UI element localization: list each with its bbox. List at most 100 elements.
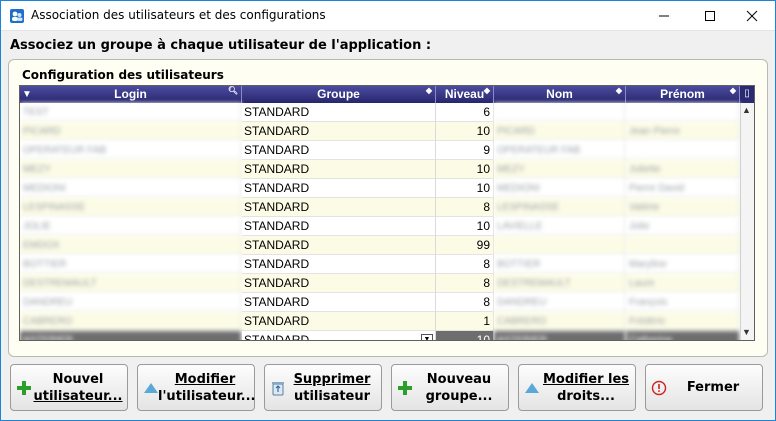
- cell-niveau: 10: [436, 331, 494, 340]
- cell-niveau: 1: [436, 312, 494, 331]
- column-header-login[interactable]: ▼ Login 🔍︎: [20, 86, 242, 103]
- cell-nom: MEZY: [494, 160, 626, 179]
- new-group-button[interactable]: Nouveau groupe...: [391, 364, 509, 411]
- scroll-up-icon[interactable]: ▲: [742, 105, 751, 115]
- table-row[interactable]: JOLIE STANDARD 10 LAVIELLE Jolie: [20, 217, 740, 236]
- cell-groupe[interactable]: STANDARD: [242, 312, 436, 331]
- cell-groupe[interactable]: STANDARD: [242, 274, 436, 293]
- table-row[interactable]: ASTERIER STANDARD ▼ 10 ASTERIER Catherine: [20, 331, 740, 340]
- cell-nom: ASTERIER: [494, 331, 626, 340]
- table-row[interactable]: CABRERO STANDARD 1 CABRERO Frédéric: [20, 312, 740, 331]
- cell-groupe[interactable]: STANDARD: [242, 255, 436, 274]
- cell-prenom: Laure: [626, 274, 740, 293]
- cell-prenom: Valérie: [626, 198, 740, 217]
- new-user-button[interactable]: Nouvel utilisateur...: [10, 364, 128, 411]
- maximize-icon: [705, 11, 715, 21]
- table-row[interactable]: EMDOX STANDARD 99: [20, 236, 740, 255]
- minimize-button[interactable]: [641, 1, 687, 31]
- cell-login: BOTTIER: [20, 255, 242, 274]
- table-row[interactable]: LESPINASSE STANDARD 8 LESPINASSE Valérie: [20, 198, 740, 217]
- cell-groupe[interactable]: STANDARD: [242, 141, 436, 160]
- cell-niveau: 6: [436, 103, 494, 122]
- cell-login: PICARD: [20, 122, 242, 141]
- cell-login: OPERATEUR FAB: [20, 141, 242, 160]
- cell-groupe[interactable]: STANDARD: [242, 198, 436, 217]
- column-header-prenom[interactable]: Prénom ◆: [626, 86, 740, 103]
- cell-niveau: 10: [436, 160, 494, 179]
- cell-niveau: 8: [436, 293, 494, 312]
- cell-login: JOLIE: [20, 217, 242, 236]
- sort-icon[interactable]: 🔍︎: [228, 87, 238, 95]
- window-title: Association des utilisateurs et des conf…: [31, 8, 326, 22]
- column-header-groupe[interactable]: Groupe ◆: [242, 86, 436, 103]
- groupbox-label: Configuration des utilisateurs: [22, 68, 224, 82]
- cell-nom: BOTTIER: [494, 255, 626, 274]
- column-options-icon[interactable]: ▯: [740, 86, 754, 103]
- group-dropdown-icon[interactable]: ▼: [421, 334, 433, 340]
- cell-nom: PICARD: [494, 122, 626, 141]
- cell-nom: OPERATEUR FAB: [494, 141, 626, 160]
- vertical-scrollbar[interactable]: ▲ ▼: [740, 103, 754, 340]
- table-row[interactable]: PICARD STANDARD 10 PICARD Jean Pierre: [20, 122, 740, 141]
- cell-groupe[interactable]: STANDARD: [242, 217, 436, 236]
- cell-niveau: 8: [436, 198, 494, 217]
- column-header-niveau[interactable]: Niveau ◆: [436, 86, 494, 103]
- cell-login: EMDOX: [20, 236, 242, 255]
- cell-login: LESPINASSE: [20, 198, 242, 217]
- sort-icon[interactable]: ◆: [730, 87, 736, 95]
- close-button[interactable]: [729, 1, 775, 31]
- instruction-label: Associez un groupe à chaque utilisateur …: [10, 38, 432, 53]
- column-header-nom[interactable]: Nom ◆: [494, 86, 626, 103]
- table-header: ▼ Login 🔍︎ Groupe ◆ Niveau ◆ Nom ◆ Préno…: [20, 86, 740, 103]
- dialog-window: Association des utilisateurs et des conf…: [0, 0, 776, 421]
- cell-prenom: Maryline: [626, 255, 740, 274]
- cell-prenom: Jolie: [626, 217, 740, 236]
- delete-user-button[interactable]: Supprimer utilisateur: [264, 364, 382, 411]
- cell-groupe[interactable]: STANDARD: [242, 103, 436, 122]
- table-row[interactable]: TEST STANDARD 6: [20, 103, 740, 122]
- sort-icon[interactable]: ◆: [616, 87, 622, 95]
- table-row[interactable]: MEZY STANDARD 10 MEZY Juliette: [20, 160, 740, 179]
- users-table[interactable]: ▼ Login 🔍︎ Groupe ◆ Niveau ◆ Nom ◆ Préno…: [19, 85, 755, 341]
- minimize-icon: [659, 15, 669, 17]
- close-dialog-button[interactable]: Fermer: [645, 364, 763, 411]
- table-row[interactable]: BOTTIER STANDARD 8 BOTTIER Maryline: [20, 255, 740, 274]
- users-config-groupbox: Configuration des utilisateurs ▼ Login 🔍…: [8, 59, 768, 357]
- table-row[interactable]: OPERATEUR FAB STANDARD 9 OPERATEUR FAB: [20, 141, 740, 160]
- table-row[interactable]: MEDIONI STANDARD 10 MEDIONI Pierre David: [20, 179, 740, 198]
- table-row[interactable]: DANDREU STANDARD 8 DANDREU François: [20, 293, 740, 312]
- cell-niveau: 8: [436, 255, 494, 274]
- sort-icon[interactable]: ◆: [426, 87, 432, 95]
- cell-niveau: 99: [436, 236, 494, 255]
- cell-nom: LAVIELLE: [494, 217, 626, 236]
- cell-nom: CABRERO: [494, 312, 626, 331]
- cell-groupe[interactable]: STANDARD: [242, 160, 436, 179]
- cell-login: CABRERO: [20, 312, 242, 331]
- cell-prenom: Pierre David: [626, 179, 740, 198]
- edit-rights-button[interactable]: Modifier les droits...: [518, 364, 636, 411]
- edit-user-button[interactable]: Modifier l'utilisateur...: [137, 364, 255, 411]
- title-bar[interactable]: Association des utilisateurs et des conf…: [1, 1, 775, 31]
- cell-prenom: Jean Pierre: [626, 122, 740, 141]
- cell-login: TEST: [20, 103, 242, 122]
- cell-groupe[interactable]: STANDARD: [242, 293, 436, 312]
- cell-login: DANDREU: [20, 293, 242, 312]
- table-row[interactable]: DESTREMAULT STANDARD 8 DESTREMAULT Laure: [20, 274, 740, 293]
- filter-triangle-icon[interactable]: ▼: [22, 86, 32, 103]
- scroll-down-icon[interactable]: ▼: [742, 327, 751, 337]
- cell-prenom: Juliette: [626, 160, 740, 179]
- cell-groupe[interactable]: STANDARD: [242, 236, 436, 255]
- cell-groupe[interactable]: STANDARD: [242, 179, 436, 198]
- cell-nom: MEDIONI: [494, 179, 626, 198]
- cell-groupe[interactable]: STANDARD: [242, 122, 436, 141]
- sort-icon[interactable]: ◆: [484, 87, 490, 95]
- cell-nom: DESTREMAULT: [494, 274, 626, 293]
- cell-groupe[interactable]: STANDARD ▼: [242, 331, 436, 340]
- cell-prenom: Frédéric: [626, 312, 740, 331]
- cell-prenom: [626, 236, 740, 255]
- cell-prenom: [626, 141, 740, 160]
- cell-niveau: 9: [436, 141, 494, 160]
- cell-login: MEDIONI: [20, 179, 242, 198]
- maximize-button[interactable]: [687, 1, 733, 31]
- cell-login: MEZY: [20, 160, 242, 179]
